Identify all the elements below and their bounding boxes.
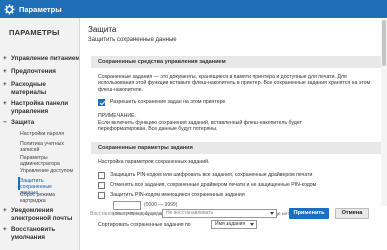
scrollbar-thumb[interactable] [382,20,386,66]
encrypt-jobs-checkbox[interactable] [98,171,105,179]
section-header-stored-job-options: Сохраненные параметры задания [91,142,381,154]
option-label: Отменять все задания, сохраненные драйве… [110,182,317,188]
option-row-cancel-unprotected[interactable]: Отменять все задания, сохраненные драйве… [98,181,316,189]
sidebar-subitem-cartridge-reset[interactable]: Сброс режима картриджа [20,192,66,204]
expand-icon: + [3,207,7,214]
sidebar-item-control-panel[interactable]: + Настройка панели управления [0,100,78,115]
sidebar-item-supplies[interactable]: + Расходные материалы [0,81,70,96]
sidebar-item-preferences[interactable]: + Предпочтения [0,68,79,76]
sidebar-item-security[interactable]: − Защита [0,119,79,127]
sidebar-item-restore-defaults[interactable]: + Восстановить умолчания [0,226,70,241]
stored-job-options-intro: Настройка параметров сохраненных заданий… [98,159,210,165]
page-subtitle: Защитить сохраненные данные [88,37,177,43]
sidebar-item-label: Настройка панели управления [11,100,69,115]
option-row-encrypt[interactable]: Защищать PIN-кодом или шифровать все зад… [98,171,312,179]
sidebar-subitem-account-policy[interactable]: Политика учетных записей [20,141,64,153]
sidebar-item-label: Восстановить умолчания [11,226,56,241]
option-label: Защитить PIN-кодом имеющиеся сохраненные… [110,192,245,198]
sidebar-item-label: Предпочтения [11,68,56,75]
sidebar-subitem-password-settings[interactable]: Настройки пароля [20,131,79,137]
option-label: Защищать PIN-кодом или шифровать все зад… [110,172,313,178]
restore-temp-jobs-value: Не восстанавливать [166,210,214,216]
expand-icon: + [3,55,7,62]
gear-icon [4,3,15,15]
sidebar-item-label: Уведомления электронной почты [11,207,73,222]
expand-icon: + [3,100,7,107]
chevron-down-icon [270,212,274,215]
sidebar-subitem-admin-settings[interactable]: Параметры администратора [20,155,64,167]
note-label: ПРИМЕЧАНИЕ: [98,113,136,119]
restore-temp-jobs-dropdown[interactable]: Не восстанавливать [162,209,277,218]
sidebar-item-power-management[interactable]: + Управление питанием [0,55,80,63]
sidebar-item-email-alerts[interactable]: + Уведомления электронной почты [0,207,76,222]
sidebar: ПАРАМЕТРЫ + Управление питанием + Предпо… [0,18,80,250]
sidebar-subitem-access-control[interactable]: Управление доступом [20,168,79,174]
allow-stored-jobs-checkbox[interactable] [98,98,105,106]
protect-existing-checkbox[interactable] [98,191,105,199]
cancel-unprotected-checkbox[interactable] [98,181,105,189]
footer-bar: Восстановить временные задания Не восста… [81,206,387,250]
sidebar-item-label: Расходные материалы [11,81,47,96]
page-title: Защита [88,25,117,34]
expand-icon: + [3,68,7,75]
section-header-stored-job-controls: Сохраненные средства управления заданием [91,56,381,68]
restore-temp-jobs-label: Восстановить временные задания [90,211,171,217]
allow-stored-jobs-label: Разрешить сохранение задан на этом принт… [110,99,226,105]
collapse-icon: − [3,119,7,126]
apply-button[interactable]: Применить [289,208,329,219]
cancel-button[interactable]: Отмена [335,208,369,219]
stored-jobs-description: Сохраненные задания — это документы, хра… [98,74,371,93]
title-bar: Параметры [0,0,387,18]
option-row-protect-existing[interactable]: Защитить PIN-кодом имеющиеся сохраненные… [98,191,245,199]
sidebar-heading: ПАРАМЕТРЫ [9,28,60,37]
sidebar-item-label: Управление питанием [11,55,80,62]
expand-icon: + [3,81,7,88]
note-text: Если включить функцию сохранения заданий… [98,120,302,133]
allow-stored-jobs-row[interactable]: Разрешить сохранение задан на этом принт… [98,98,225,106]
window-title: Параметры [19,4,62,14]
expand-icon: + [3,226,7,233]
sidebar-item-label: Защита [11,119,35,126]
